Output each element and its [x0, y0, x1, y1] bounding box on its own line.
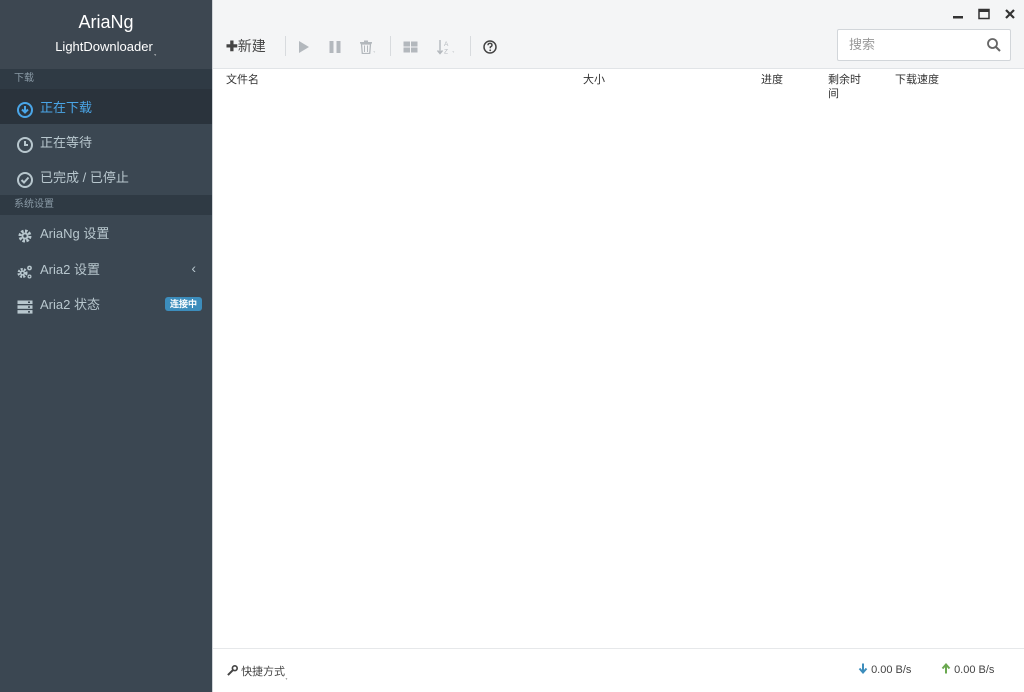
section-header-download: 下载	[0, 69, 212, 89]
arrow-down-icon	[858, 663, 868, 675]
sidebar-item-waiting[interactable]: 正在等待	[0, 124, 212, 159]
column-header-remaining-time[interactable]: 剩余时 间	[828, 73, 868, 101]
search-input[interactable]: 搜索	[837, 29, 1011, 61]
sort-alpha-icon: AZ	[436, 40, 449, 56]
app-subtitle-text: LightDownloader	[55, 39, 153, 54]
shortcut-menu[interactable]: 快捷方式˯	[227, 663, 288, 680]
search-placeholder: 搜索	[849, 37, 876, 52]
toolbar-divider	[390, 36, 391, 56]
maximize-button[interactable]	[974, 4, 994, 24]
caret-down-icon: ˯	[285, 671, 288, 680]
shortcut-label: 快捷方式	[241, 666, 286, 678]
brand[interactable]: AriaNg LightDownloader˯	[0, 0, 212, 69]
pause-button[interactable]	[328, 34, 342, 58]
sidebar-item-aria2-status[interactable]: Aria2 状态 连接中	[0, 286, 212, 321]
status-bar: 快捷方式˯ 0.00 B/s 0.00 B/s	[213, 648, 1024, 692]
download-speed-value: 0.00 B/s	[871, 664, 912, 676]
check-circle-icon	[16, 167, 34, 188]
toolbar-divider	[285, 36, 286, 56]
caret-down-icon: ˯	[452, 44, 455, 53]
search-icon[interactable]	[986, 37, 1002, 53]
start-button[interactable]	[297, 34, 311, 58]
delete-button[interactable]: ˯	[359, 34, 376, 58]
server-icon	[16, 294, 34, 314]
download-speed: 0.00 B/s	[858, 663, 911, 676]
svg-text:Z: Z	[444, 49, 448, 56]
sidebar-item-ariang-settings[interactable]: AriaNg 设置	[0, 215, 212, 250]
task-table-header: 文件名 大小 进度 剩余时 间 下载速度	[213, 69, 1024, 107]
app-subtitle[interactable]: LightDownloader˯	[0, 39, 212, 56]
sidebar: AriaNg LightDownloader˯ 下载 正在下载 正在等待 已完成…	[0, 0, 212, 692]
clock-icon	[16, 132, 34, 153]
toolbar-divider	[470, 36, 471, 56]
pause-icon	[329, 41, 341, 54]
sidebar-item-label: Aria2 设置	[40, 262, 100, 278]
sidebar-item-downloading[interactable]: 正在下载	[0, 89, 212, 124]
play-icon	[299, 41, 309, 54]
help-button[interactable]	[483, 34, 497, 58]
sidebar-item-label: 正在下载	[40, 100, 93, 116]
column-header-progress[interactable]: 进度	[761, 73, 783, 87]
upload-speed: 0.00 B/s	[941, 662, 995, 676]
minimize-button[interactable]	[948, 4, 968, 24]
new-task-button[interactable]: ✚新建	[226, 34, 266, 58]
column-header-size[interactable]: 大小	[583, 73, 605, 87]
caret-down-icon: ˯	[153, 46, 157, 56]
column-header-download-speed[interactable]: 下载速度	[895, 73, 939, 87]
grid-icon	[403, 41, 418, 53]
main-content: ✚新建 ˯ A Z ˯ 搜索 文件名 大小 进度 剩余时 间 下载速度 快捷方式…	[212, 0, 1024, 692]
svg-text:A: A	[444, 41, 449, 48]
view-toggle-button[interactable]	[403, 34, 418, 58]
sort-button[interactable]: A Z ˯	[436, 34, 455, 58]
upload-speed-value: 0.00 B/s	[954, 664, 995, 676]
app-window: AriaNg LightDownloader˯ 下载 正在下载 正在等待 已完成…	[0, 0, 1024, 692]
chevron-left-icon[interactable]: ‹	[191, 251, 196, 286]
sidebar-item-stopped[interactable]: 已完成 / 已停止	[0, 159, 212, 194]
arrow-up-icon	[941, 662, 951, 674]
new-task-label: 新建	[237, 38, 266, 54]
app-title: AriaNg	[78, 12, 134, 32]
status-badge: 连接中	[164, 297, 202, 311]
column-header-filename[interactable]: 文件名	[226, 73, 259, 87]
section-header-settings: 系统设置	[0, 195, 212, 215]
plus-icon: ✚	[226, 38, 238, 54]
wrench-icon	[227, 665, 238, 676]
gears-icon	[16, 259, 34, 279]
sidebar-item-label: Aria2 状态	[40, 297, 100, 313]
gear-icon	[16, 223, 34, 243]
sidebar-item-label: 正在等待	[40, 135, 93, 151]
download-circle-icon	[16, 97, 34, 118]
question-circle-icon	[483, 40, 497, 55]
sidebar-item-label: AriaNg 设置	[40, 226, 110, 242]
sidebar-item-aria2-settings[interactable]: Aria2 设置 ‹	[0, 251, 212, 286]
caret-down-icon: ˯	[373, 44, 376, 53]
trash-icon	[360, 40, 372, 55]
toolbar: ✚新建 ˯ A Z ˯ 搜索	[213, 0, 1024, 69]
close-button[interactable]	[1000, 4, 1020, 24]
sidebar-item-label: 已完成 / 已停止	[40, 170, 129, 186]
